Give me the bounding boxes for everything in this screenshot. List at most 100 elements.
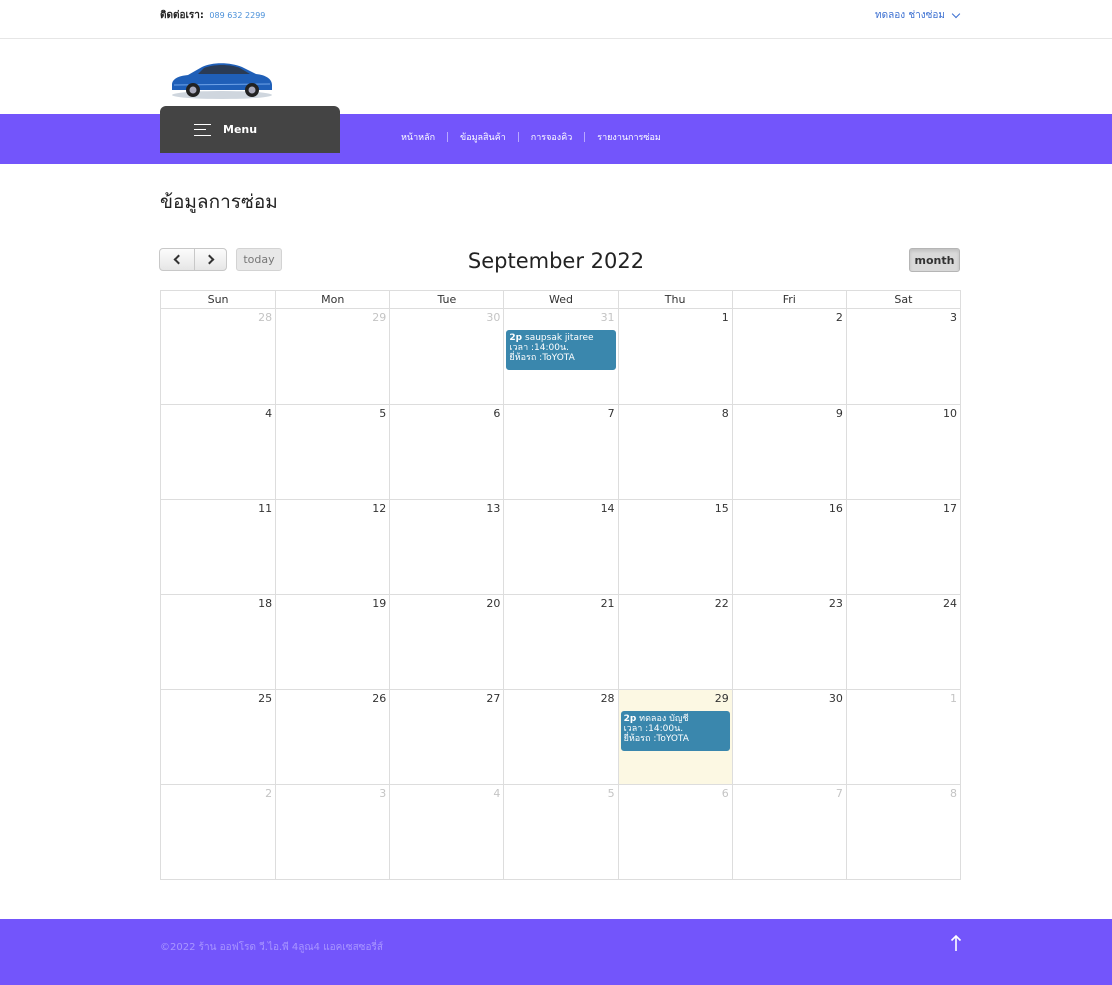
day-number: 20 — [486, 597, 501, 610]
day-cell[interactable]: 4 — [389, 784, 504, 879]
day-cell[interactable]: 10 — [845, 404, 960, 499]
day-header: Sun — [207, 293, 229, 306]
day-cell[interactable]: 22 — [617, 594, 732, 689]
day-cell[interactable]: 29 — [275, 309, 389, 404]
day-cell[interactable]: 14 — [503, 499, 618, 594]
day-number: 14 — [600, 502, 615, 515]
day-cell[interactable]: 15 — [617, 499, 732, 594]
day-header: Sat — [845, 291, 960, 308]
user-name: ทดลอง ช่างซ่อม — [875, 10, 945, 21]
day-number: 28 — [600, 692, 615, 705]
day-cell-today[interactable]: 29 2p ทดลอง บัญชี เวลา :14:00น. ยี่ห้อรถ… — [617, 689, 732, 784]
day-number: 18 — [258, 597, 273, 610]
day-cell[interactable]: 4 — [161, 404, 276, 499]
day-cell[interactable]: 28 — [161, 309, 275, 404]
day-cell[interactable]: 5 — [275, 404, 390, 499]
day-number: 1 — [950, 692, 957, 705]
menu-button[interactable]: Menu — [160, 106, 340, 153]
day-cell[interactable]: 6 — [617, 784, 732, 879]
day-header: Tue — [389, 291, 503, 308]
day-number: 22 — [714, 597, 729, 610]
day-header: Fri — [731, 291, 846, 308]
day-number: 5 — [607, 787, 615, 800]
day-cell[interactable]: 24 — [845, 594, 960, 689]
day-number: 9 — [835, 407, 843, 420]
chevron-down-icon — [951, 9, 961, 18]
day-cell[interactable]: 5 — [503, 784, 618, 879]
day-cell[interactable]: 18 — [161, 594, 276, 689]
day-cell[interactable]: 30 — [731, 689, 846, 784]
day-cell[interactable]: 6 — [389, 404, 504, 499]
day-number: 3 — [950, 311, 957, 324]
day-cell[interactable]: 19 — [275, 594, 390, 689]
day-cell[interactable]: 12 — [275, 499, 390, 594]
hamburger-icon — [194, 123, 211, 136]
day-cell[interactable]: 25 — [161, 689, 276, 784]
event-car-brand: ยี่ห้อรถ :ToYOTA — [623, 734, 689, 744]
nav-link-home[interactable]: หน้าหลัก — [401, 130, 435, 144]
nav-link-booking[interactable]: การจองคิว — [531, 130, 572, 144]
day-cell[interactable]: 2 — [731, 309, 846, 404]
day-number: 17 — [943, 502, 957, 515]
event-time: 2p — [509, 333, 523, 343]
day-cell[interactable]: 8 — [845, 784, 960, 879]
day-header: Thu — [617, 291, 732, 308]
nav-divider — [584, 132, 586, 142]
day-cell[interactable]: 9 — [731, 404, 846, 499]
contact-info: ติดต่อเรา: 089 632 2299 — [160, 8, 265, 23]
day-header: Wed — [503, 291, 617, 308]
calendar-event[interactable]: 2p ทดลอง บัญชี เวลา :14:00น. ยี่ห้อรถ :T… — [620, 711, 730, 751]
nav-link-repair-report[interactable]: รายงานการซ่อม — [597, 130, 661, 144]
day-cell[interactable]: 31 2p saupsak jitaree เวลา :14:00น. ยี่ห… — [503, 309, 617, 404]
day-number: 28 — [258, 311, 273, 324]
day-cell[interactable]: 13 — [389, 499, 504, 594]
day-cell[interactable]: 2 — [161, 784, 276, 879]
day-number: 2 — [265, 787, 273, 800]
day-cell[interactable]: 27 — [389, 689, 504, 784]
day-header: Mon — [275, 291, 389, 308]
day-number: 7 — [607, 407, 615, 420]
day-cell[interactable]: 1 — [845, 689, 960, 784]
arrow-up-icon[interactable] — [949, 934, 963, 952]
day-number: 8 — [721, 407, 729, 420]
day-number: 30 — [486, 311, 501, 324]
day-cell[interactable]: 3 — [845, 309, 960, 404]
month-view-button[interactable]: month — [909, 248, 960, 272]
day-cell[interactable]: 11 — [161, 499, 276, 594]
day-number: 23 — [828, 597, 843, 610]
day-cell[interactable]: 30 — [389, 309, 503, 404]
event-time-detail: เวลา :14:00น. — [623, 724, 684, 734]
day-number: 6 — [493, 407, 501, 420]
nav-link-products[interactable]: ข้อมูลสินค้า — [460, 130, 506, 144]
day-cell[interactable]: 7 — [731, 784, 846, 879]
menu-label: Menu — [223, 123, 258, 136]
calendar-body: 28 29 30 31 2p saupsak jitaree เวลา :14:… — [161, 309, 960, 879]
user-menu-dropdown[interactable]: ทดลอง ช่างซ่อม — [875, 8, 961, 23]
day-number: 12 — [372, 502, 387, 515]
nav-divider — [447, 132, 449, 142]
calendar-event[interactable]: 2p saupsak jitaree เวลา :14:00น. ยี่ห้อร… — [506, 330, 616, 370]
day-cell[interactable]: 17 — [845, 499, 960, 594]
day-cell[interactable]: 20 — [389, 594, 504, 689]
site-logo[interactable] — [168, 55, 276, 101]
day-number: 26 — [372, 692, 387, 705]
day-cell[interactable]: 28 — [503, 689, 618, 784]
nav-divider — [517, 132, 519, 142]
contact-phone-link[interactable]: 089 632 2299 — [209, 11, 265, 20]
event-time-detail: เวลา :14:00น. — [509, 343, 569, 353]
day-cell[interactable]: 7 — [503, 404, 618, 499]
day-cell[interactable]: 3 — [275, 784, 390, 879]
day-number: 11 — [258, 502, 273, 515]
day-number: 27 — [486, 692, 501, 705]
day-cell[interactable]: 26 — [275, 689, 390, 784]
day-cell[interactable]: 16 — [731, 499, 846, 594]
nav-links: หน้าหลัก ข้อมูลสินค้า การจองคิว รายงานกา… — [401, 130, 661, 144]
day-cell[interactable]: 21 — [503, 594, 618, 689]
day-number: 29 — [372, 311, 387, 324]
day-number: 16 — [828, 502, 843, 515]
day-cell[interactable]: 23 — [731, 594, 846, 689]
car-logo-icon — [172, 63, 272, 99]
day-cell[interactable]: 1 — [617, 309, 732, 404]
day-number: 8 — [950, 787, 957, 800]
day-cell[interactable]: 8 — [617, 404, 732, 499]
